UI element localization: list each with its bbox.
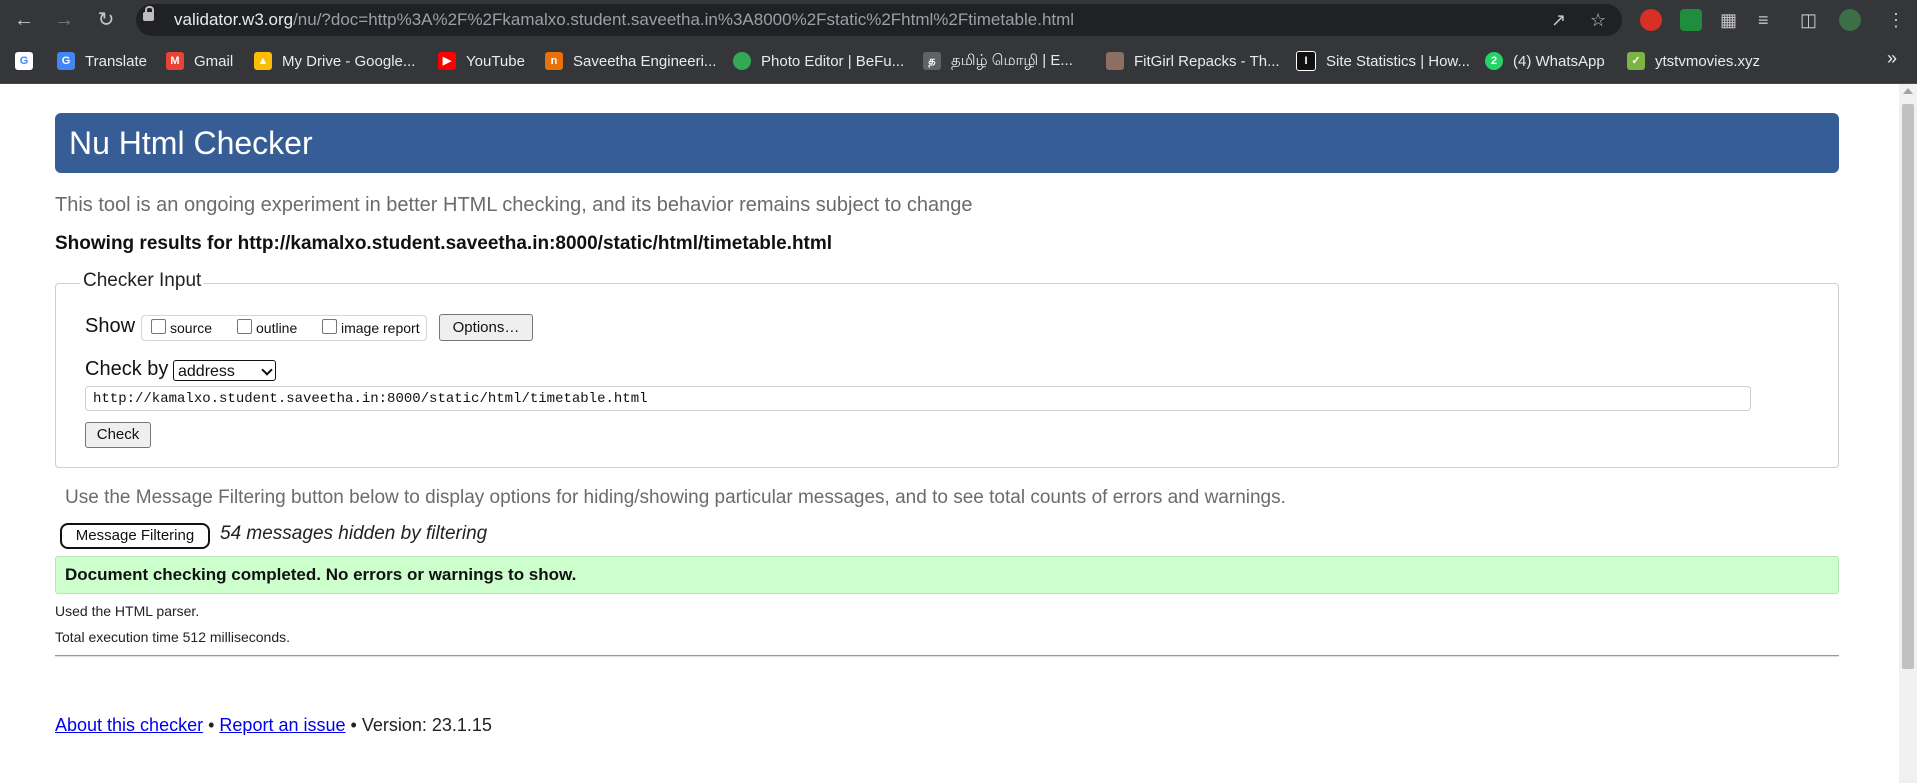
footer-separator: • [208, 715, 215, 735]
more-bookmarks-icon[interactable]: » [1887, 48, 1897, 69]
drive-icon: ▲ [254, 52, 272, 70]
message-filtering-button[interactable]: Message Filtering [60, 523, 210, 549]
fitgirl-icon [1106, 52, 1124, 70]
gmail-icon: M [166, 52, 184, 70]
bookmark-google[interactable]: G [15, 49, 43, 73]
source-checkbox[interactable] [151, 319, 166, 334]
footer-separator: • [350, 715, 357, 735]
success-message: Document checking completed. No errors o… [65, 565, 577, 584]
saveetha-icon: n [545, 52, 563, 70]
report-issue-link[interactable]: Report an issue [219, 715, 345, 735]
options-button[interactable]: Options… [439, 314, 533, 341]
back-arrow-icon[interactable]: ← [10, 6, 38, 34]
scroll-up-arrow-icon[interactable] [1903, 88, 1913, 94]
green-extension-icon[interactable] [1680, 9, 1702, 31]
check-button[interactable]: Check [85, 422, 151, 448]
footer: About this checker • Report an issue • V… [55, 715, 492, 736]
bookmark-whatsapp[interactable]: 2 (4) WhatsApp [1485, 49, 1605, 73]
success-message-box: Document checking completed. No errors o… [55, 556, 1839, 594]
adblock-extension-icon[interactable] [1640, 9, 1662, 31]
scrollbar-thumb[interactable] [1902, 104, 1914, 669]
bookmark-my-drive[interactable]: ▲ My Drive - Google... [254, 49, 415, 73]
page-content: Nu Html Checker This tool is an ongoing … [0, 84, 1898, 783]
bookmark-fitgirl[interactable]: FitGirl Repacks - Th... [1106, 49, 1280, 73]
tamil-icon: த [923, 52, 941, 70]
bookmark-site-statistics[interactable]: I Site Statistics | How... [1296, 49, 1470, 73]
reload-icon[interactable]: ↻ [92, 6, 120, 34]
version-text: Version: 23.1.15 [361, 715, 492, 735]
chevron-down-icon [261, 364, 273, 376]
google-icon: G [15, 52, 33, 70]
bookmark-ytstvmovies[interactable]: ✓ ytstvmovies.xyz [1627, 49, 1760, 73]
intro-text: This tool is an ongoing experiment in be… [55, 194, 973, 216]
filter-help-text: Use the Message Filtering button below t… [65, 487, 1286, 508]
bookmark-photo-editor[interactable]: Photo Editor | BeFu... [733, 49, 904, 73]
check-by-select[interactable]: address [173, 360, 276, 381]
translate-icon: G [57, 52, 75, 70]
outline-checkbox[interactable] [237, 319, 252, 334]
bookmark-saveetha[interactable]: n Saveetha Engineeri... [545, 49, 716, 73]
bookmark-tamil[interactable]: த தமிழ் மொழி | E... [923, 49, 1073, 73]
check-by-selected-value: address [178, 363, 235, 380]
title-banner: Nu Html Checker [55, 113, 1839, 173]
results-heading: Showing results for http://kamalxo.stude… [55, 233, 833, 254]
youtube-icon: ▶ [438, 52, 456, 70]
ytstv-icon: ✓ [1627, 52, 1645, 70]
show-label: Show [85, 315, 136, 337]
share-icon[interactable]: ↗ [1551, 9, 1566, 31]
media-queue-icon[interactable]: ≡ [1758, 9, 1769, 31]
check-by-label: Check by [85, 358, 169, 380]
lock-icon[interactable] [143, 6, 154, 21]
image-report-checkbox[interactable] [322, 319, 337, 334]
chrome-icon [733, 52, 751, 70]
bookmark-gmail[interactable]: M Gmail [166, 49, 233, 73]
parser-info: Used the HTML parser. [55, 603, 200, 619]
bookmark-star-icon[interactable]: ☆ [1590, 9, 1606, 31]
profile-avatar-icon[interactable] [1839, 9, 1861, 31]
side-panel-icon[interactable]: ◫ [1800, 9, 1817, 31]
address-bar-url[interactable]: validator.w3.org/nu/?doc=http%3A%2F%2Fka… [174, 10, 1074, 30]
checker-input-fieldset [55, 283, 1839, 468]
bookmark-youtube[interactable]: ▶ YouTube [438, 49, 525, 73]
about-checker-link[interactable]: About this checker [55, 715, 203, 735]
whatsapp-icon: 2 [1485, 52, 1503, 70]
page-title: Nu Html Checker [69, 125, 313, 161]
divider [55, 655, 1839, 657]
address-input[interactable]: http://kamalxo.student.saveetha.in:8000/… [85, 386, 1751, 411]
bookmark-translate[interactable]: G Translate [57, 49, 147, 73]
checker-input-legend: Checker Input [80, 270, 205, 292]
bookmarks-bar: G G Translate M Gmail ▲ My Drive - Googl… [0, 40, 1917, 84]
outline-checkbox-label[interactable]: outline [256, 320, 297, 336]
forward-arrow-icon[interactable]: → [50, 6, 78, 34]
image-report-checkbox-label[interactable]: image report [341, 320, 420, 336]
site-stats-icon: I [1296, 51, 1316, 71]
source-checkbox-label[interactable]: source [170, 320, 212, 336]
execution-time: Total execution time 512 milliseconds. [55, 629, 291, 645]
extensions-puzzle-icon[interactable]: ▦ [1720, 9, 1737, 31]
browser-menu-icon[interactable]: ⋮ [1887, 9, 1905, 31]
hidden-messages-count: 54 messages hidden by filtering [220, 523, 488, 544]
browser-toolbar: ← → ↻ validator.w3.org/nu/?doc=http%3A%2… [0, 0, 1917, 40]
